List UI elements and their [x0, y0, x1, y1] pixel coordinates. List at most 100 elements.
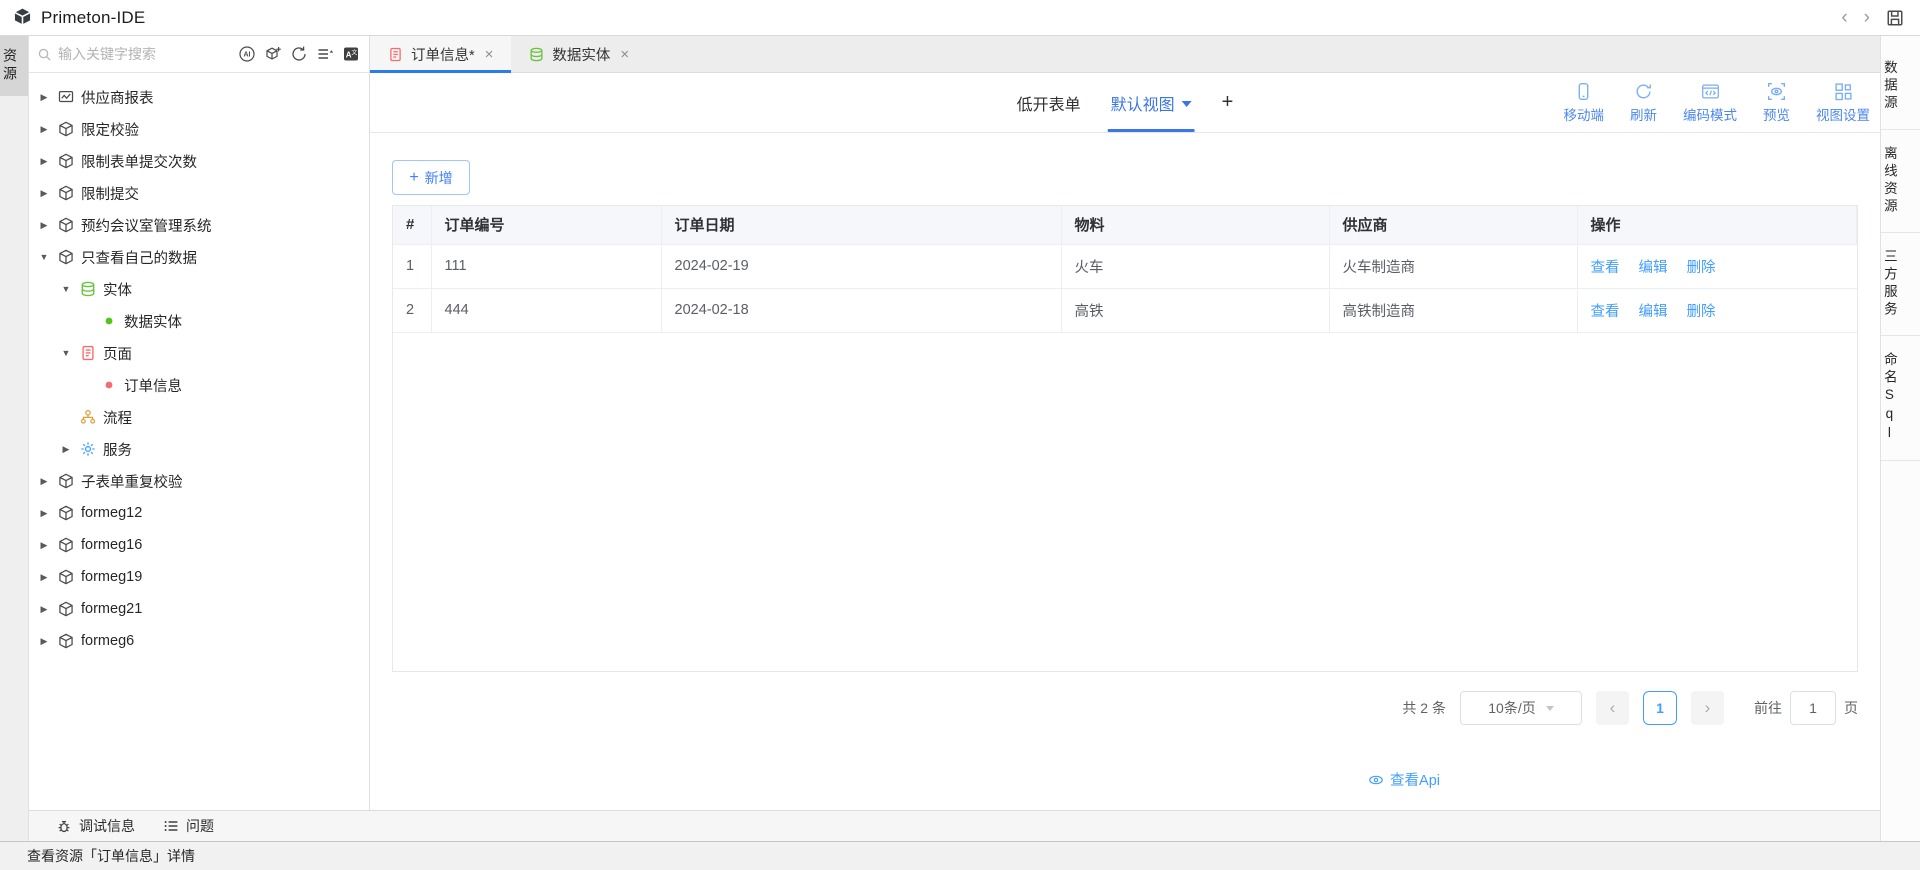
tree-item-label: 服务	[103, 439, 132, 460]
tree-item[interactable]: 子表单重复校验	[29, 465, 369, 497]
tree-item[interactable]: formeg21	[29, 593, 369, 625]
tree-item[interactable]: 供应商报表	[29, 81, 369, 113]
caret-icon[interactable]	[38, 604, 50, 615]
tree-item[interactable]: 限制表单提交次数	[29, 145, 369, 177]
tree-item[interactable]: formeg19	[29, 561, 369, 593]
caret-icon[interactable]	[38, 124, 50, 135]
caret-icon[interactable]	[38, 636, 50, 647]
tab-label: 订单信息*	[411, 44, 475, 65]
problems-button[interactable]: 问题	[163, 816, 214, 836]
tree-item[interactable]: 实体	[29, 273, 369, 305]
left-rail-tab-resources[interactable]: 资源	[0, 36, 28, 96]
caret-icon[interactable]	[60, 348, 72, 358]
tab-close-icon[interactable]: ×	[485, 46, 494, 63]
view-api-link[interactable]: 查看Api	[1368, 769, 1440, 790]
editor-tab-bar: 订单信息* × 数据实体 ×	[370, 36, 1880, 73]
view-link[interactable]: 查看	[1591, 304, 1620, 320]
ai-icon[interactable]: AI A文	[238, 45, 256, 63]
nav-back-icon[interactable]: ‹	[1841, 8, 1847, 27]
tree-item-label: formeg21	[81, 601, 142, 617]
delete-link[interactable]: 删除	[1687, 260, 1716, 276]
caret-icon[interactable]	[38, 508, 50, 519]
edit-link[interactable]: 编辑	[1639, 260, 1668, 276]
tree-item-label: 供应商报表	[81, 87, 154, 108]
tree-item[interactable]: 限制提交	[29, 177, 369, 209]
add-view-button[interactable]: +	[1222, 91, 1234, 114]
code-mode-button[interactable]: 编码模式	[1683, 82, 1737, 124]
cell-index: 1	[393, 244, 431, 288]
cell-actions: 查看 编辑 删除	[1577, 288, 1857, 332]
right-rail-tab[interactable]: 三方服务	[1881, 233, 1920, 336]
tree-item-label: 预约会议室管理系统	[81, 215, 212, 236]
page-size-select[interactable]: 10条/页	[1460, 691, 1582, 725]
tree-item[interactable]: 页面	[29, 337, 369, 369]
editor-tab[interactable]: 订单信息* ×	[370, 36, 511, 72]
caret-icon[interactable]	[38, 572, 50, 583]
tree-item[interactable]: 订单信息	[29, 369, 369, 401]
svg-text:文: 文	[351, 48, 357, 56]
translate-icon[interactable]: AI A文	[342, 45, 360, 63]
cell-material: 高铁	[1061, 288, 1329, 332]
add-record-button[interactable]: + 新增	[392, 160, 470, 195]
tree-item[interactable]: formeg12	[29, 497, 369, 529]
collapse-list-icon[interactable]: AI A文	[316, 45, 334, 63]
refresh-tree-icon[interactable]: AI A文	[290, 45, 308, 63]
default-view-tab[interactable]: 默认视图	[1111, 73, 1192, 132]
caret-icon[interactable]	[38, 540, 50, 551]
save-icon[interactable]	[1886, 9, 1904, 27]
next-page-button[interactable]: ›	[1691, 691, 1724, 725]
search-input[interactable]	[58, 46, 232, 62]
caret-icon[interactable]	[38, 252, 50, 262]
tree-item[interactable]: 限定校验	[29, 113, 369, 145]
resource-tree: 供应商报表	[29, 73, 369, 810]
current-page-button[interactable]: 1	[1643, 691, 1677, 725]
edit-link[interactable]: 编辑	[1639, 304, 1668, 320]
right-rail-tab[interactable]: 数据源	[1881, 44, 1920, 130]
right-activity-bar: 数据源 离线资源 三方服务 命名Sql	[1880, 36, 1920, 841]
tree-item[interactable]: 预约会议室管理系统	[29, 209, 369, 241]
view-link[interactable]: 查看	[1591, 260, 1620, 276]
goto-label: 前往	[1754, 698, 1782, 718]
action-label: 编码模式	[1683, 104, 1737, 124]
tab-type-icon	[529, 47, 544, 62]
tree-item[interactable]: formeg16	[29, 529, 369, 561]
tree-item-label: 订单信息	[124, 375, 182, 396]
right-rail-tab[interactable]: 命名Sql	[1881, 336, 1920, 461]
caret-icon[interactable]	[38, 220, 50, 231]
tab-close-icon[interactable]: ×	[620, 46, 629, 63]
tree-item[interactable]: 数据实体	[29, 305, 369, 337]
caret-icon[interactable]	[38, 188, 50, 199]
tree-item-label: 实体	[103, 279, 132, 300]
caret-icon[interactable]	[38, 476, 50, 487]
mobile-view-button[interactable]: 移动端	[1564, 82, 1605, 124]
search-box[interactable]	[37, 46, 232, 62]
page-unit-label: 页	[1844, 698, 1858, 718]
tree-item[interactable]: formeg6	[29, 625, 369, 657]
column-header: 物料	[1061, 206, 1329, 244]
orders-table: # 订单编号 订单日期 物料 供应商	[392, 205, 1858, 672]
tree-item[interactable]: 流程	[29, 401, 369, 433]
tab-type-icon	[388, 47, 403, 62]
caret-icon[interactable]	[38, 156, 50, 167]
tree-item[interactable]: 只查看自己的数据	[29, 241, 369, 273]
view-settings-button[interactable]: 视图设置	[1816, 82, 1870, 124]
prev-page-button[interactable]: ‹	[1596, 691, 1629, 725]
caret-icon[interactable]	[60, 284, 72, 294]
tree-item-label: 只查看自己的数据	[81, 247, 197, 268]
debug-info-button[interactable]: 调试信息	[56, 816, 135, 836]
tree-item-icon	[79, 345, 96, 362]
action-label: 移动端	[1564, 104, 1605, 124]
tree-item-label: 限定校验	[81, 119, 139, 140]
nav-forward-icon[interactable]: ›	[1864, 8, 1870, 27]
refresh-button[interactable]: 刷新	[1630, 82, 1657, 124]
delete-link[interactable]: 删除	[1687, 304, 1716, 320]
editor-tab[interactable]: 数据实体 ×	[511, 36, 647, 72]
goto-page-input[interactable]	[1790, 691, 1836, 725]
new-model-icon[interactable]: AI A文	[264, 45, 282, 63]
right-rail-tab[interactable]: 离线资源	[1881, 130, 1920, 233]
caret-icon[interactable]	[60, 444, 72, 455]
preview-button[interactable]: 预览	[1763, 82, 1790, 124]
tree-item[interactable]: 服务	[29, 433, 369, 465]
tree-item-label: formeg16	[81, 537, 142, 553]
caret-icon[interactable]	[38, 92, 50, 103]
